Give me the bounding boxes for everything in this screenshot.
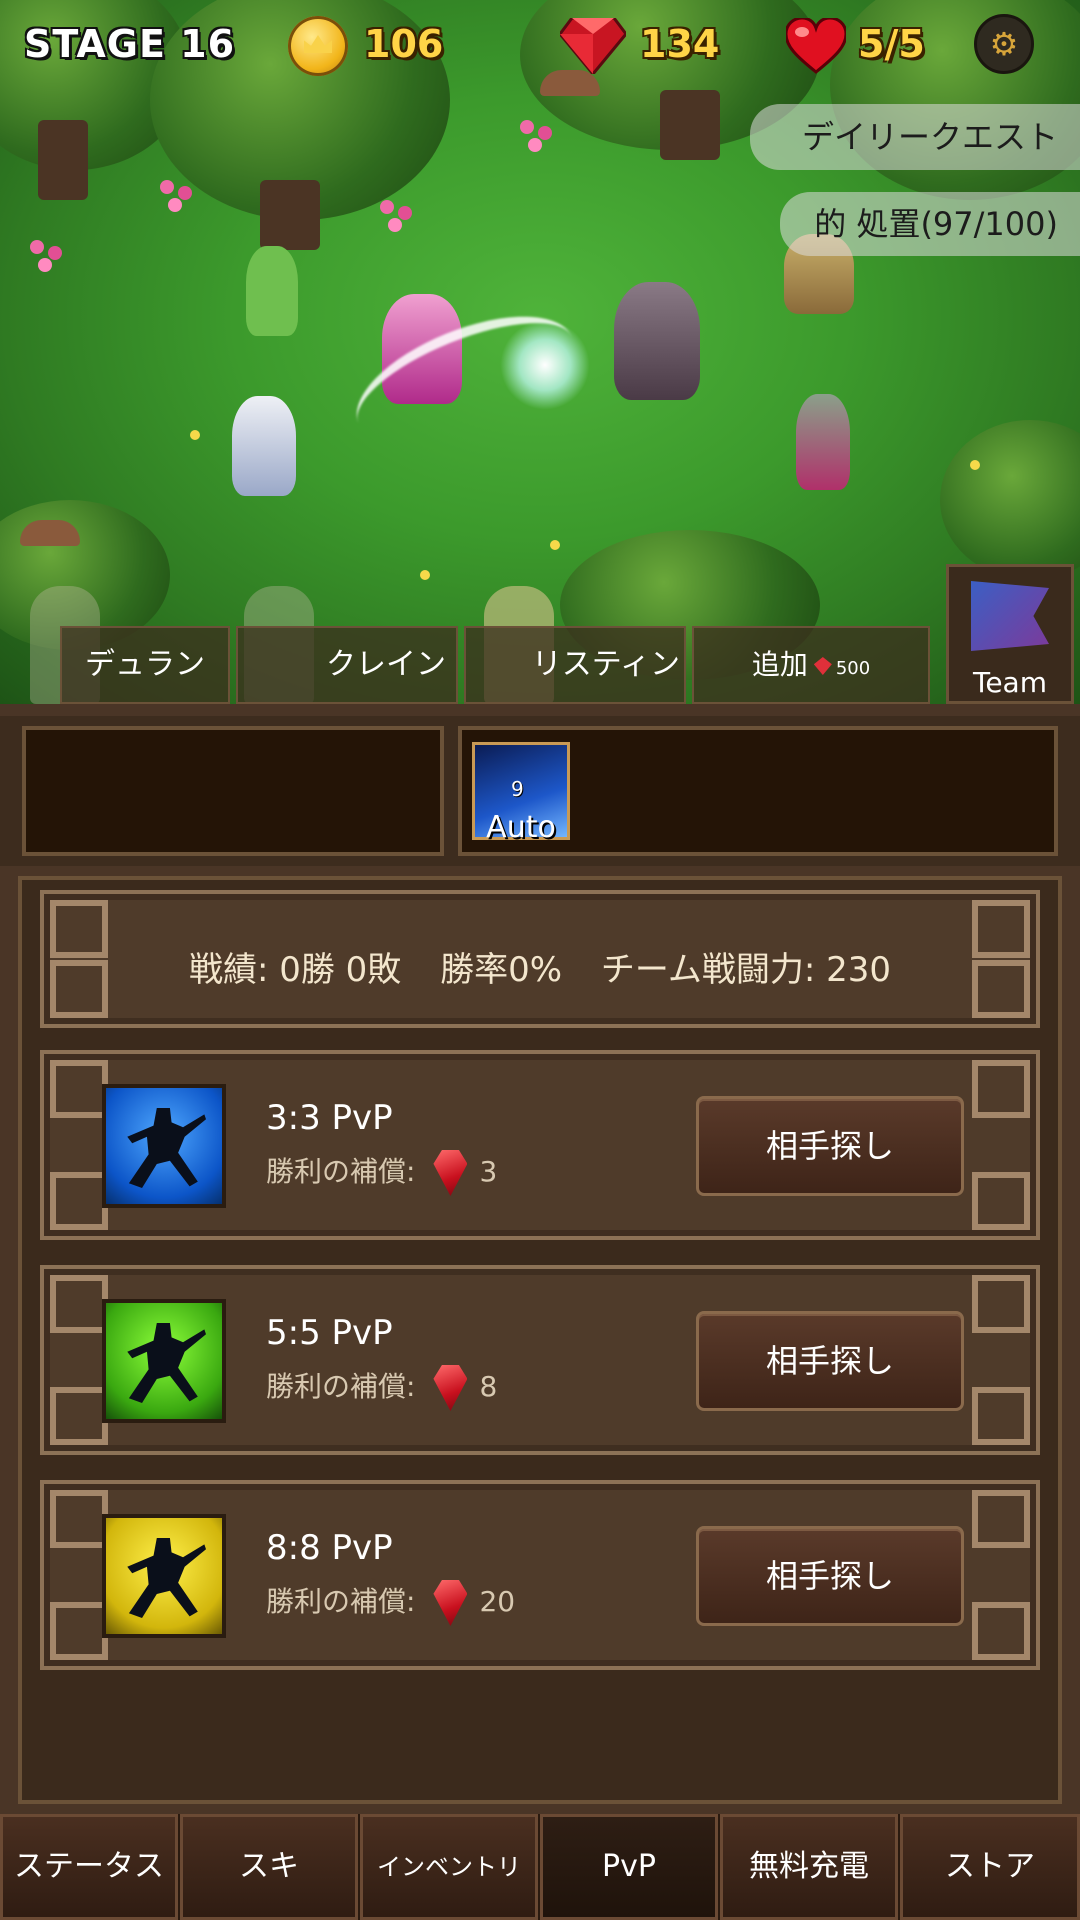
hit-flash-effect [500, 320, 590, 410]
flower [30, 240, 44, 254]
bottom-nav: ステータス スキ インベントリ PvP 無料充電 ストア [0, 1814, 1080, 1920]
mushroom [20, 520, 80, 546]
pvp-mode-reward: 勝利の補償: 3 [266, 1150, 497, 1196]
zombie-enemy-sprite [796, 394, 850, 490]
gem-count: 134 [640, 22, 720, 66]
find-opponent-button-5v5[interactable]: 相手探し [696, 1311, 964, 1411]
pvp-mode-card-8v8: 8:8 PvP 勝利の補償: 20 相手探し [40, 1480, 1040, 1670]
settings-button[interactable]: ⚙ [974, 14, 1034, 74]
werewolf-enemy-sprite [614, 282, 700, 400]
gear-icon: ⚙ [989, 25, 1019, 63]
ruby-gem-icon [813, 657, 832, 675]
reward-amount: 8 [479, 1370, 498, 1403]
bush [940, 420, 1080, 580]
team-power: チーム戦闘力: 230 [600, 950, 892, 990]
nav-tab-skill[interactable]: スキ [180, 1814, 358, 1920]
reward-label: 勝利の補償: [266, 1585, 416, 1618]
stage-number: 16 [180, 22, 236, 66]
flower [550, 540, 560, 550]
pvp-mode-reward: 勝利の補償: 20 [266, 1580, 515, 1626]
tree-trunk [260, 180, 320, 250]
nav-tab-pvp[interactable]: PvP [540, 1814, 718, 1920]
nav-tab-inventory[interactable]: インベントリ [360, 1814, 538, 1920]
pvp-mode-title: 3:3 PvP [266, 1098, 393, 1138]
hero-name: デュラン [85, 647, 205, 682]
tree-trunk [660, 90, 720, 160]
pvp-win-rate: 勝率0% [440, 950, 563, 990]
daily-quest-progress: 的 処置(97/100) [780, 192, 1080, 256]
flower [520, 120, 534, 134]
hero-tab-crane[interactable]: クレイン [236, 626, 458, 704]
ruby-gem-icon [433, 1150, 468, 1196]
pvp-record: 戦績: 0勝 0敗 [188, 950, 402, 990]
hero-tab-ristin[interactable]: リスティン [464, 626, 686, 704]
ruby-gem-icon [560, 18, 626, 74]
reward-amount: 3 [479, 1155, 498, 1188]
pvp-mode-card-3v3: 3:3 PvP 勝利の補償: 3 相手探し [40, 1050, 1040, 1240]
flower [970, 460, 980, 470]
empty-skill-slot[interactable] [22, 726, 444, 856]
ninja-blue-icon [102, 1084, 226, 1208]
flower [160, 180, 174, 194]
stage-label: STAGE [24, 22, 166, 66]
ninja-green-icon [102, 1299, 226, 1423]
find-opponent-button-8v8[interactable]: 相手探し [696, 1526, 964, 1626]
ninja-yellow-icon [102, 1514, 226, 1638]
hero-name: クレイン [326, 647, 446, 682]
lives-count: 5/5 [858, 22, 925, 66]
hero-tab-duran[interactable]: デュラン [60, 626, 230, 704]
flower [380, 200, 394, 214]
ruby-gem-icon [433, 1580, 468, 1626]
skill-level: 9 [511, 777, 524, 801]
elf-hero-sprite [246, 246, 298, 336]
nav-tab-store[interactable]: ストア [900, 1814, 1080, 1920]
hero-name: リスティン [531, 647, 680, 682]
stage-indicator: STAGE 16 [24, 22, 235, 66]
gold-count: 106 [364, 22, 444, 66]
pvp-stats-text: 戦績: 0勝 0敗 勝率0% チーム戦闘力: 230 [44, 942, 1036, 991]
pvp-stats-card: 戦績: 0勝 0敗 勝率0% チーム戦闘力: 230 [40, 890, 1040, 1028]
ruby-gem-icon [433, 1365, 468, 1411]
daily-quest-title[interactable]: デイリークエスト [750, 104, 1080, 170]
pvp-mode-reward: 勝利の補償: 8 [266, 1365, 497, 1411]
pvp-mode-card-5v5: 5:5 PvP 勝利の補償: 8 相手探し [40, 1265, 1040, 1455]
hero-tab-bar: デュラン クレイン リスティン 追加 500 [0, 586, 1080, 704]
skill-auto-label: Auto [486, 810, 556, 845]
lightning-skill-button[interactable]: 9 Auto [472, 742, 570, 845]
flower [190, 430, 200, 440]
gold-coin-icon [288, 16, 348, 76]
nav-tab-status[interactable]: ステータス [0, 1814, 178, 1920]
add-hero-label: 追加 [751, 648, 808, 681]
pvp-mode-title: 5:5 PvP [266, 1313, 393, 1353]
pvp-mode-title: 8:8 PvP [266, 1528, 393, 1568]
find-opponent-button-3v3[interactable]: 相手探し [696, 1096, 964, 1196]
nav-tab-free-charge[interactable]: 無料充電 [720, 1814, 898, 1920]
mage-hero-sprite [232, 396, 296, 496]
tree-trunk [38, 120, 88, 200]
add-hero-cost: 500 [835, 658, 871, 679]
flower [420, 570, 430, 580]
reward-label: 勝利の補償: [266, 1370, 416, 1403]
reward-label: 勝利の補償: [266, 1155, 416, 1188]
add-hero-button[interactable]: 追加 500 [692, 626, 930, 704]
reward-amount: 20 [479, 1585, 516, 1618]
heart-icon [786, 18, 846, 74]
